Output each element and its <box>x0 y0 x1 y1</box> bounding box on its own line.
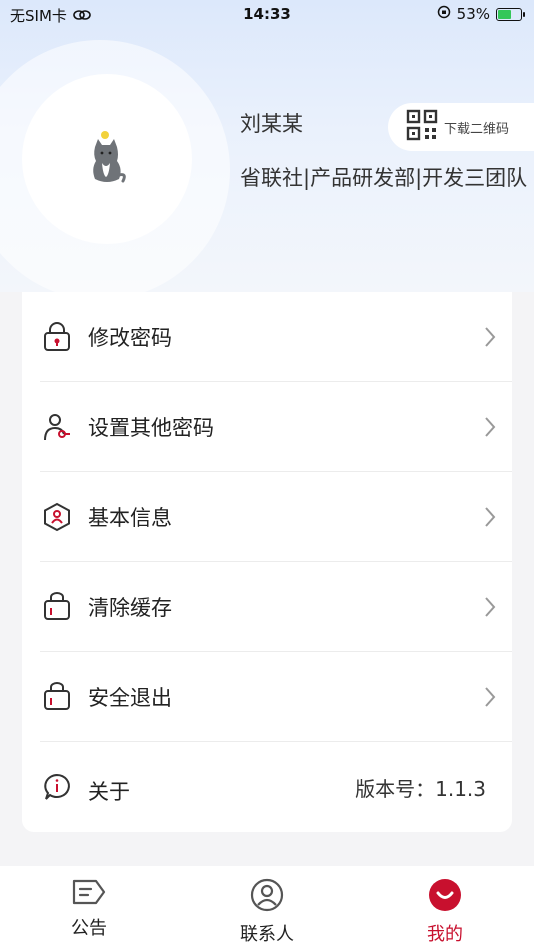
tab-notice[interactable]: 公告 <box>0 866 178 950</box>
user-department: 省联社|产品研发部|开发三团队 <box>240 166 528 190</box>
me-icon <box>428 878 462 916</box>
tab-label-contacts: 联系人 <box>240 924 294 945</box>
orientation-lock-icon <box>437 5 451 23</box>
menu-label-other-passwords: 设置其他密码 <box>88 415 214 440</box>
chevron-right-icon <box>484 596 496 622</box>
menu-item-clear-cache[interactable]: 清除缓存 <box>40 562 512 652</box>
cat-avatar-icon <box>87 129 127 189</box>
menu-label-about: 关于 <box>88 780 130 804</box>
menu-item-other-passwords[interactable]: 设置其他密码 <box>40 382 512 472</box>
tab-contacts[interactable]: 联系人 <box>178 866 356 950</box>
menu-item-basic-info[interactable]: 基本信息 <box>40 472 512 562</box>
app-version: 版本号：1.1.3 <box>355 776 486 801</box>
avatar[interactable] <box>22 74 192 244</box>
tab-label-notice: 公告 <box>71 918 107 939</box>
tab-label-me: 我的 <box>427 924 463 945</box>
menu-item-logout[interactable]: 安全退出 <box>40 652 512 742</box>
qr-code-icon <box>406 109 438 145</box>
menu-item-change-password[interactable]: 修改密码 <box>40 292 512 382</box>
tab-me[interactable]: 我的 <box>356 866 534 950</box>
download-qr-button[interactable]: 下载二维码 <box>388 103 534 151</box>
settings-menu: 修改密码 设置其他密码 基本信息 清除缓存 安全退出 关于 版本号：1.1.3 <box>22 292 512 832</box>
menu-label-basic-info: 基本信息 <box>88 505 172 530</box>
bin-icon <box>40 590 74 624</box>
menu-label-change-password: 修改密码 <box>88 325 172 350</box>
user-name: 刘某某 <box>240 112 303 136</box>
status-right: 53% <box>437 5 525 23</box>
contacts-icon <box>250 878 284 916</box>
chevron-right-icon <box>484 326 496 352</box>
exit-icon <box>40 680 74 714</box>
user-key-icon <box>40 410 74 444</box>
menu-item-about[interactable]: 关于 版本号：1.1.3 <box>40 742 512 832</box>
info-bubble-icon <box>40 770 74 804</box>
status-bar: 无SIM卡 14:33 53% <box>0 0 534 30</box>
profile-hex-icon <box>40 500 74 534</box>
profile-header: 无SIM卡 14:33 53% 刘某某 省联社|产品研发部|开发三团队 下载二维… <box>0 0 534 292</box>
battery-fill <box>498 9 511 19</box>
download-qr-label: 下载二维码 <box>444 121 510 137</box>
chevron-right-icon <box>484 416 496 442</box>
menu-label-logout: 安全退出 <box>88 685 172 710</box>
bottom-tab-bar: 公告 联系人 我的 <box>0 866 534 950</box>
battery-icon <box>496 7 525 21</box>
battery-percent: 53% <box>456 5 490 23</box>
notice-icon <box>71 878 107 910</box>
chevron-right-icon <box>484 506 496 532</box>
lock-icon <box>40 320 74 354</box>
menu-label-clear-cache: 清除缓存 <box>88 595 172 620</box>
chevron-right-icon <box>484 686 496 712</box>
